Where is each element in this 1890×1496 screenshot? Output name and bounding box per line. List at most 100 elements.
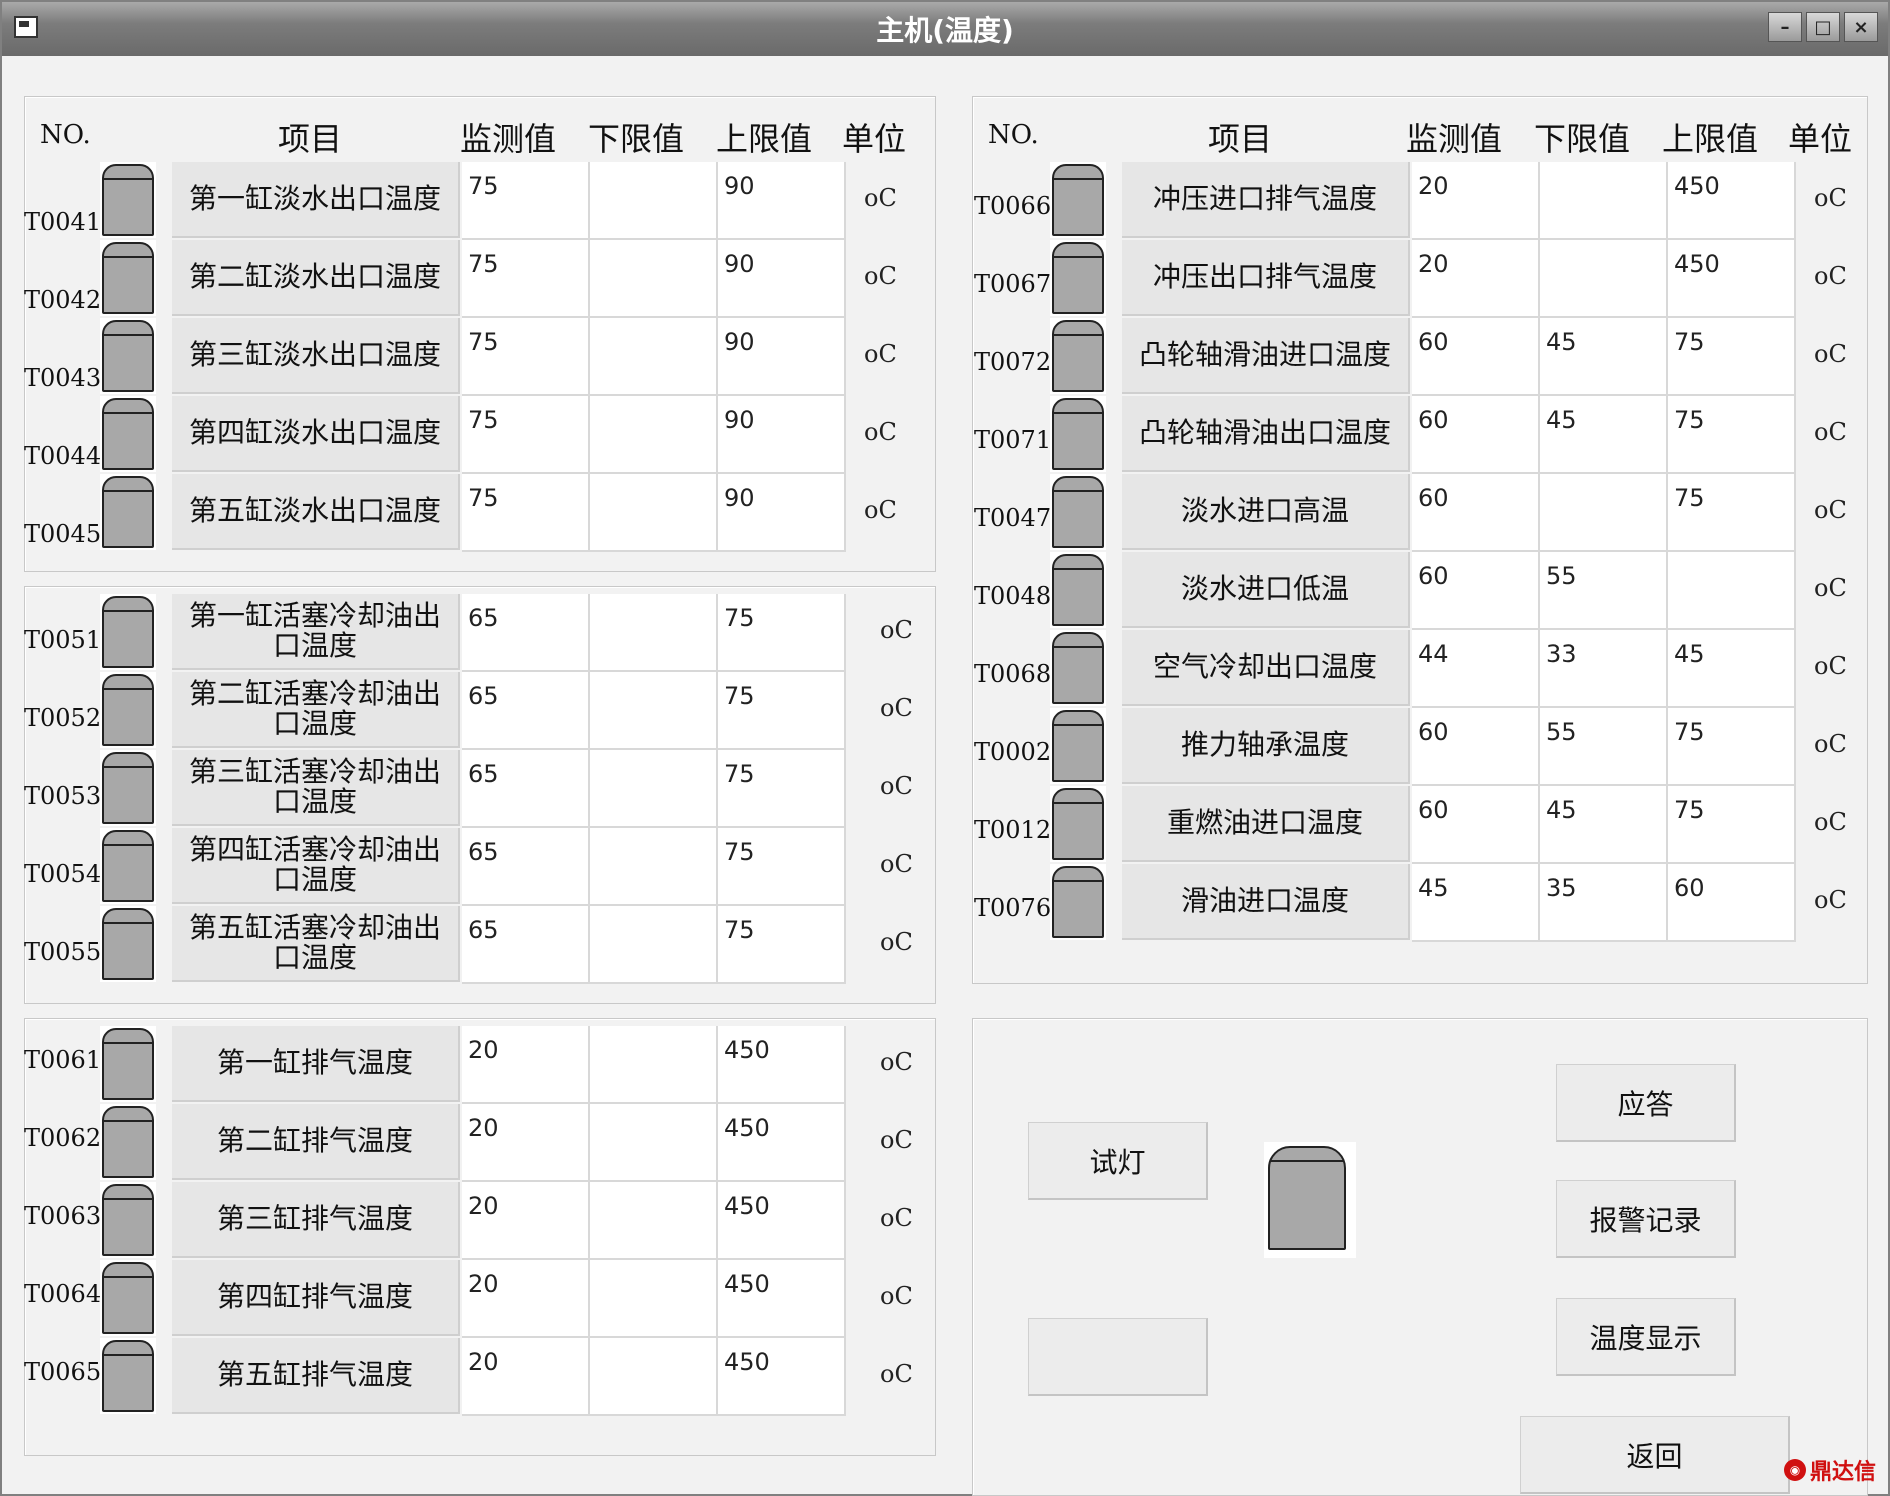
high-limit: 75 [1668,786,1796,864]
alarm-lamp-icon [1052,866,1104,938]
low-limit [590,318,718,396]
low-limit [590,828,718,906]
low-limit [1540,240,1668,318]
low-limit: 45 [1540,318,1668,396]
high-limit: 90 [718,162,846,240]
alarm-lamp-frame [100,396,156,472]
item-name: 第一缸淡水出口温度 [172,162,460,238]
low-limit [1540,162,1668,240]
back-button[interactable]: 返回 [1520,1416,1790,1494]
alarm-lamp-frame [1050,240,1106,316]
high-limit: 75 [718,594,846,672]
low-limit [590,906,718,984]
monitor-value: 65 [462,906,590,984]
alarm-lamp-icon [1052,398,1104,470]
alarm-log-button[interactable]: 报警记录 [1556,1180,1736,1258]
unit-label: oC [880,850,913,878]
item-name: 第四缸淡水出口温度 [172,396,460,472]
test-light-button[interactable]: 试灯 [1028,1122,1208,1200]
high-limit: 450 [1668,162,1796,240]
alarm-lamp-frame [1050,630,1106,706]
alarm-lamp-frame [100,1026,156,1102]
temp-display-button[interactable]: 温度显示 [1556,1298,1736,1376]
minimize-icon[interactable]: – [1768,12,1802,42]
sensor-code: T0054 [24,860,102,888]
item-name: 凸轮轴滑油进口温度 [1122,318,1410,394]
item-name: 第一缸排气温度 [172,1026,460,1102]
window-title: 主机(温度) [876,14,1014,47]
unit-label: oC [880,772,913,800]
sensor-code: T0012 [974,816,1052,844]
alarm-lamp-icon [102,1106,154,1178]
alarm-lamp-frame [100,474,156,550]
alarm-lamp-frame [100,750,156,826]
unit-label: oC [880,1360,913,1388]
sensor-code: T0067 [974,270,1052,298]
maximize-icon[interactable]: □ [1806,12,1840,42]
blank-button[interactable] [1028,1318,1208,1396]
header-no-right: NO. [988,120,1039,150]
monitor-value: 20 [462,1104,590,1182]
monitor-value: 75 [462,396,590,474]
header-high-right: 上限值 [1662,120,1759,158]
low-limit: 55 [1540,552,1668,630]
unit-label: oC [1814,184,1847,212]
alarm-lamp-icon [1052,710,1104,782]
test-light-lamp [1268,1146,1346,1250]
unit-label: oC [1814,418,1847,446]
monitor-value: 20 [1412,162,1540,240]
item-name: 第五缸活塞冷却油出口温度 [172,906,460,982]
high-limit: 450 [718,1026,846,1104]
watermark: ◉ 鼎达信 [1783,1454,1876,1486]
monitor-value: 65 [462,594,590,672]
monitor-value: 20 [1412,240,1540,318]
window-app-icon [14,16,38,38]
alarm-lamp-frame [100,318,156,394]
sensor-code: T0043 [24,364,102,392]
close-icon[interactable]: × [1844,12,1878,42]
high-limit: 90 [718,240,846,318]
monitor-value: 44 [1412,630,1540,708]
alarm-lamp-icon [102,242,154,314]
low-limit [590,1104,718,1182]
item-name: 第五缸排气温度 [172,1338,460,1414]
item-name: 推力轴承温度 [1122,708,1410,784]
monitor-value: 65 [462,750,590,828]
monitor-value: 45 [1412,864,1540,942]
alarm-lamp-icon [1052,632,1104,704]
high-limit: 75 [718,828,846,906]
low-limit [590,1026,718,1104]
low-limit [590,240,718,318]
high-limit: 450 [718,1182,846,1260]
unit-label: oC [864,496,897,524]
alarm-lamp-icon [1052,320,1104,392]
main-window: 主机(温度) – □ × NO. 项目 监测值 下限值 上限值 单位 NO. 项… [0,0,1890,1496]
sensor-code: T0051 [24,626,102,654]
alarm-lamp-frame [100,672,156,748]
alarm-lamp-frame [100,906,156,982]
item-name: 冲压出口排气温度 [1122,240,1410,316]
alarm-lamp-icon [102,320,154,392]
item-name: 第三缸活塞冷却油出口温度 [172,750,460,826]
sensor-code: T0002 [974,738,1052,766]
high-limit: 450 [718,1260,846,1338]
low-limit [590,474,718,552]
alarm-lamp-icon [102,752,154,824]
alarm-lamp-icon [102,1340,154,1412]
monitor-value: 75 [462,474,590,552]
alarm-lamp-frame [100,1260,156,1336]
unit-label: oC [1814,496,1847,524]
header-low-right: 下限值 [1534,120,1631,158]
sensor-code: T0055 [24,938,102,966]
monitor-value: 65 [462,828,590,906]
acknowledge-button[interactable]: 应答 [1556,1064,1736,1142]
unit-label: oC [1814,886,1847,914]
alarm-lamp-frame [1050,396,1106,472]
sensor-code: T0048 [974,582,1052,610]
unit-label: oC [1814,730,1847,758]
alarm-lamp-icon [1052,554,1104,626]
header-item-left: 项目 [278,120,343,158]
high-limit: 75 [1668,396,1796,474]
high-limit: 75 [1668,474,1796,552]
monitor-value: 75 [462,240,590,318]
